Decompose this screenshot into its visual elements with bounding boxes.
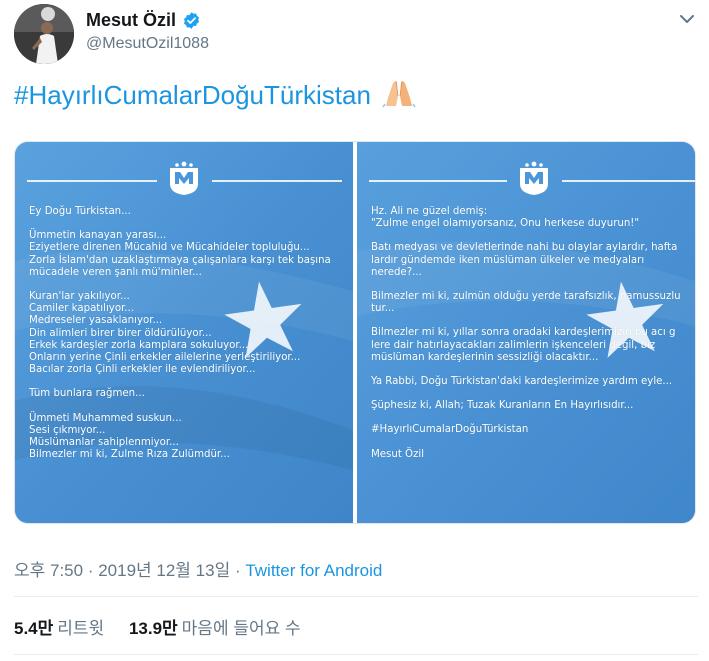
image-text-line: Ümmetin kanayan yarası... xyxy=(29,230,167,242)
image-text-line: Müslümanlar sahiplenmiyor... xyxy=(29,437,179,449)
display-name-text[interactable]: Mesut Özil xyxy=(86,10,176,31)
image-text-line: nerede?... xyxy=(371,266,422,278)
image-text-line: Bilmezler mi ki, Zulme Rıza Zulümdür... xyxy=(29,449,230,461)
image-text-line xyxy=(371,437,689,449)
decorative-line xyxy=(369,180,507,182)
image-text-line: Bilmezler mi ki, zulmün olduğu yerde tar… xyxy=(371,291,681,303)
retweets-label: 리트윗 xyxy=(57,619,105,638)
image-text-line: Hz. Ali ne güzel demiş: xyxy=(371,206,488,217)
tweet-text: #HayırlıCumalarDoğuTürkistan xyxy=(14,78,416,111)
tweet-timestamp: 오후 7:50 · 2019년 12월 13일 · Twitter for An… xyxy=(14,556,382,581)
image-text-line xyxy=(371,364,689,376)
image-text-left: Ey Doğu Türkistan... Ümmetin kanayan yara… xyxy=(29,206,347,461)
image-text-line: Eziyetlere direnen Mücahid ve Mücahidele… xyxy=(29,242,310,254)
image-text-right: Hz. Ali ne güzel demiş: "Zulme engel olam… xyxy=(371,206,689,461)
image-text-line: Camiler kapatılıyor... xyxy=(29,303,135,315)
divider xyxy=(14,654,698,655)
image-text-line: tur... xyxy=(371,303,395,315)
image-text-line: Kuran'lar yakılıyor... xyxy=(29,291,130,303)
tweet-image-left[interactable]: Ey Doğu Türkistan... Ümmetin kanayan yara… xyxy=(15,142,353,523)
image-text-line xyxy=(371,412,689,424)
tweet-image-right[interactable]: Hz. Ali ne güzel demiş: "Zulme engel olam… xyxy=(357,142,695,523)
logo-icon xyxy=(166,160,202,196)
image-text-line xyxy=(371,279,689,291)
verified-badge-icon xyxy=(182,11,201,30)
image-text-line: Onların yerine Çinli erkekler ailelerine… xyxy=(29,352,301,364)
image-text-line: Batı medyası ve devletlerinde nahi bu ol… xyxy=(371,242,678,254)
meta-separator: · xyxy=(83,561,99,580)
image-text-line: Din alimleri birer birer öldürülüyor... xyxy=(29,327,212,339)
image-text-line: #HayırlıCumalarDoğuTürkistan xyxy=(371,424,529,436)
image-text-line: Sesi çıkmıyor... xyxy=(29,424,106,436)
image-text-line: Ya Rabbi, Doğu Türkistan'daki kardeşleri… xyxy=(371,376,673,388)
username[interactable]: @MesutOzil1088 xyxy=(86,35,209,53)
tweet-header: Mesut Özil @MesutOzil1088 xyxy=(14,4,698,66)
image-text-line xyxy=(29,401,347,413)
image-text-line xyxy=(29,279,347,291)
image-text-line: mücadele veren şanlı mü'minler... xyxy=(29,266,202,278)
media-gallery[interactable]: Ey Doğu Türkistan... Ümmetin kanayan yara… xyxy=(14,141,696,524)
likes-count: 13.9만 xyxy=(128,619,178,638)
tweet-date[interactable]: 2019년 12월 13일 xyxy=(98,561,230,580)
logo-icon xyxy=(516,160,552,196)
image-text-line: lere dair hatırlayacakları zalimlerin iş… xyxy=(371,339,656,351)
image-text-line xyxy=(29,218,347,230)
image-text-line: Bacılar zorla Çinli erkekler ile evlendi… xyxy=(29,364,256,376)
image-text-line: Erkek kardeşler zorla kamplara sokuluyor… xyxy=(29,339,249,351)
image-text-line: Medreseler yasaklanıyor... xyxy=(29,315,163,327)
retweets-stat[interactable]: 5.4만 리트윗 xyxy=(14,619,104,638)
decorative-line xyxy=(212,180,342,182)
decorative-line xyxy=(562,180,695,182)
chevron-down-icon[interactable] xyxy=(676,8,698,30)
divider xyxy=(14,596,698,597)
image-text-line: Bilmezler mi ki, yıllar sonra oradaki ka… xyxy=(371,327,676,339)
display-name[interactable]: Mesut Özil xyxy=(86,10,209,31)
image-text-line: Şüphesiz ki, Allah; Tuzak Kuranların En … xyxy=(371,400,634,412)
image-text-line: lardır gündemde iken müslüman ülkeler ve… xyxy=(371,254,645,266)
avatar[interactable] xyxy=(14,4,74,64)
likes-stat[interactable]: 13.9만 마음에 들어요 수 xyxy=(129,619,301,638)
likes-label: 마음에 들어요 수 xyxy=(181,619,301,638)
image-text-line: "Zulme engel olamıyorsanız, Onu herkese … xyxy=(371,218,640,230)
folded-hands-emoji-icon xyxy=(382,78,416,108)
image-text-line: Ey Doğu Türkistan... xyxy=(29,206,131,217)
decorative-line xyxy=(27,180,157,182)
retweets-count: 5.4만 xyxy=(14,619,54,638)
image-text-line: Ümmeti Muhammed suskun... xyxy=(29,412,182,424)
image-text-line: Tüm bunlara rağmen... xyxy=(29,388,145,400)
tweet-source-link[interactable]: Twitter for Android xyxy=(245,561,382,580)
image-text-line xyxy=(29,376,347,388)
image-text-line xyxy=(371,388,689,400)
meta-separator: · xyxy=(230,561,246,580)
image-text-line: müslüman kardeşlerinin sessizliği olacak… xyxy=(371,351,599,363)
tweet-stats: 5.4만 리트윗 13.9만 마음에 들어요 수 xyxy=(14,614,321,639)
image-text-line xyxy=(371,315,689,327)
image-text-line xyxy=(371,230,689,242)
hashtag-link[interactable]: #HayırlıCumalarDoğuTürkistan xyxy=(14,80,371,110)
tweet-time[interactable]: 오후 7:50 xyxy=(14,561,83,580)
image-text-line: Zorla İslam'dan uzaklaştırmaya çalışanla… xyxy=(29,254,331,266)
image-text-line: Mesut Özil xyxy=(371,448,425,460)
